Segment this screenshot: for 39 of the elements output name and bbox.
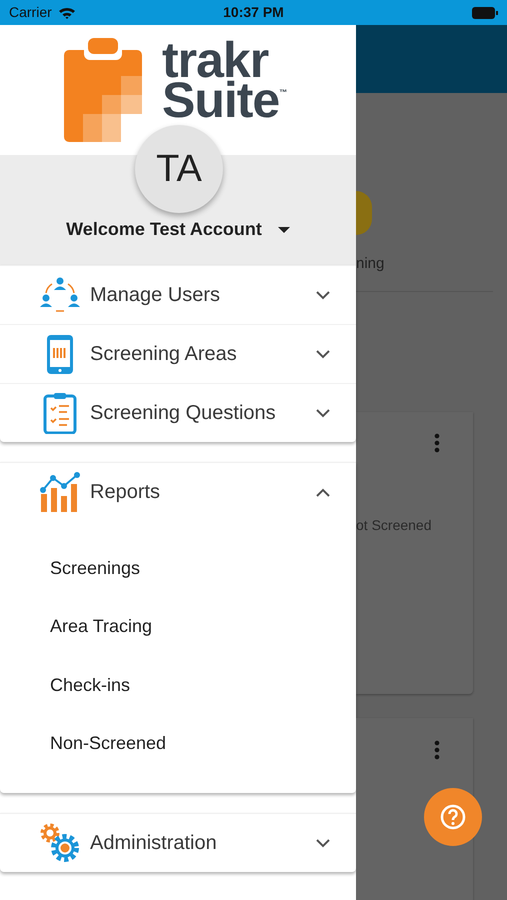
more-options-icon[interactable] <box>434 740 440 760</box>
menu-item-label: Administration <box>90 831 218 856</box>
battery-icon <box>472 6 498 18</box>
time-label: 10:37 PM <box>223 3 284 22</box>
submenu-item[interactable]: Screenings <box>0 539 356 598</box>
tablet-icon <box>44 333 76 375</box>
chevron-down-icon <box>316 290 330 300</box>
more-options-icon[interactable] <box>434 432 440 453</box>
chevron-down-icon <box>316 350 330 358</box>
submenu-item[interactable]: Check-ins <box>0 656 356 714</box>
gears-icon <box>39 822 81 864</box>
menu-item-label: Screening Areas <box>90 342 238 367</box>
bar-chart-icon <box>39 472 81 512</box>
submenu-item[interactable]: Non-Screened <box>0 714 356 773</box>
carrier-label: Carrier <box>9 3 52 22</box>
menu-item[interactable]: Manage Users <box>0 266 356 324</box>
welcome-label: Welcome Test Account <box>66 218 262 241</box>
wifi-icon <box>58 6 76 19</box>
menu-item[interactable]: Reports <box>0 463 356 521</box>
clipboard-logo-icon <box>64 38 142 142</box>
menu-item-label: Manage Users <box>90 283 222 308</box>
legend-label: ot Screened <box>356 516 432 535</box>
chevron-up-icon <box>316 488 330 496</box>
logo-wordmark: trakr <box>162 40 268 80</box>
menu-item[interactable]: Screening Questions <box>0 384 356 442</box>
trademark-mark: ™ <box>279 88 288 98</box>
menu-item-label: Screening Questions <box>90 401 277 426</box>
clipboard-checklist-icon <box>42 392 78 434</box>
help-icon <box>440 804 466 830</box>
menu-item[interactable]: Administration <box>0 814 356 872</box>
menu-item-label: Reports <box>90 480 162 505</box>
chevron-down-icon <box>316 838 330 848</box>
menu-item[interactable]: Screening Areas <box>0 325 356 383</box>
dropdown-caret-icon[interactable] <box>278 226 290 232</box>
stat-label: ning <box>356 255 386 273</box>
submenu-item[interactable]: Area Tracing <box>0 598 356 656</box>
users-cycle-icon <box>39 276 81 314</box>
chevron-down-icon <box>316 408 330 418</box>
logo-wordmark: Suite <box>162 80 280 120</box>
